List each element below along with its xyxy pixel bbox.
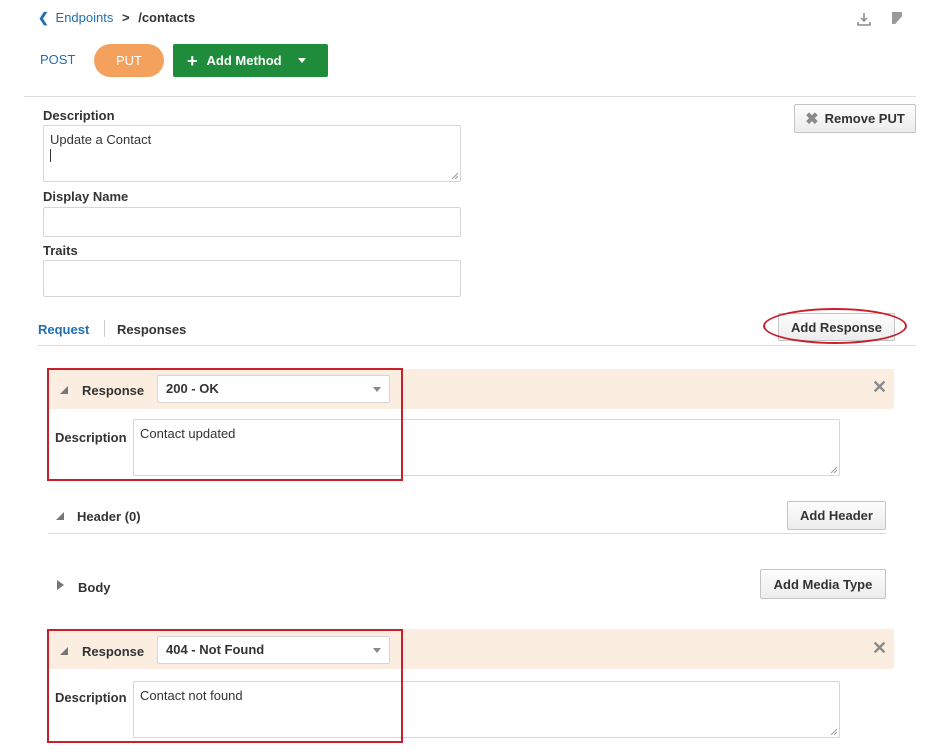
text-cursor [50, 149, 51, 162]
breadcrumb-endpoints-link[interactable]: Endpoints [56, 10, 114, 25]
collapse-triangle-icon[interactable] [60, 647, 68, 655]
response-description-label: Description [55, 430, 127, 445]
header-divider [48, 533, 886, 534]
close-icon: ✖ [805, 110, 819, 128]
add-header-label: Add Header [800, 508, 873, 523]
chevron-down-icon [373, 387, 381, 392]
add-media-type-button[interactable]: Add Media Type [760, 569, 886, 599]
add-method-button[interactable]: + Add Method [173, 44, 328, 77]
display-name-label: Display Name [43, 189, 129, 204]
resize-grip-icon[interactable] [450, 171, 458, 179]
divider [24, 96, 916, 97]
add-header-button[interactable]: Add Header [787, 501, 886, 530]
response-status-value: 404 - Not Found [166, 642, 265, 657]
tab-request[interactable]: Request [38, 322, 89, 337]
delete-response-icon[interactable]: ✕ [872, 638, 887, 659]
edit-icon[interactable] [890, 11, 904, 25]
response-label: Response [82, 644, 145, 659]
tab-separator [104, 320, 105, 337]
breadcrumb-separator: > [121, 10, 130, 25]
response-status-select[interactable]: 404 - Not Found [157, 636, 390, 664]
remove-put-button[interactable]: ✖ Remove PUT [794, 104, 916, 133]
description-value: Update a Contact [50, 132, 152, 147]
response-description-label: Description [55, 690, 127, 705]
collapse-triangle-icon[interactable] [60, 386, 68, 394]
response-status-select[interactable]: 200 - OK [157, 375, 390, 403]
response-description-textarea[interactable]: Contact not found [133, 681, 840, 738]
download-icon[interactable] [857, 12, 871, 26]
delete-response-icon[interactable]: ✕ [872, 377, 887, 398]
response-description-textarea[interactable]: Contact updated [133, 419, 840, 476]
breadcrumb-current: /contacts [138, 10, 196, 25]
plus-icon: + [187, 50, 198, 71]
description-label: Description [43, 108, 115, 123]
resize-grip-icon[interactable] [829, 727, 837, 735]
add-media-type-label: Add Media Type [773, 576, 873, 592]
annotation-ellipse [763, 308, 907, 344]
body-section-label[interactable]: Body [78, 580, 111, 595]
description-textarea[interactable]: Update a Contact [43, 125, 461, 182]
remove-put-label: Remove PUT [824, 111, 905, 126]
response-status-value: 200 - OK [166, 381, 219, 396]
tab-responses[interactable]: Responses [117, 322, 186, 337]
expand-triangle-icon[interactable] [57, 580, 64, 590]
chevron-left-icon[interactable]: ❮ [38, 10, 49, 25]
traits-input[interactable] [43, 260, 461, 297]
breadcrumb: ❮ Endpoints > /contacts [38, 10, 195, 26]
resize-grip-icon[interactable] [829, 465, 837, 473]
response-description-value: Contact updated [140, 426, 236, 441]
method-put-tab[interactable]: PUT [94, 44, 164, 77]
traits-label: Traits [43, 243, 78, 258]
response-label: Response [82, 383, 145, 398]
method-put-label: PUT [116, 53, 142, 68]
add-method-label: Add Method [206, 53, 282, 68]
header-section-label[interactable]: Header (0) [77, 509, 141, 524]
collapse-triangle-icon[interactable] [56, 512, 64, 520]
dropdown-arrow-icon [297, 58, 306, 63]
tabs-divider [38, 345, 916, 346]
display-name-input[interactable] [43, 207, 461, 237]
chevron-down-icon [373, 648, 381, 653]
method-post-tab[interactable]: POST [40, 52, 75, 67]
response-description-value: Contact not found [140, 688, 243, 703]
